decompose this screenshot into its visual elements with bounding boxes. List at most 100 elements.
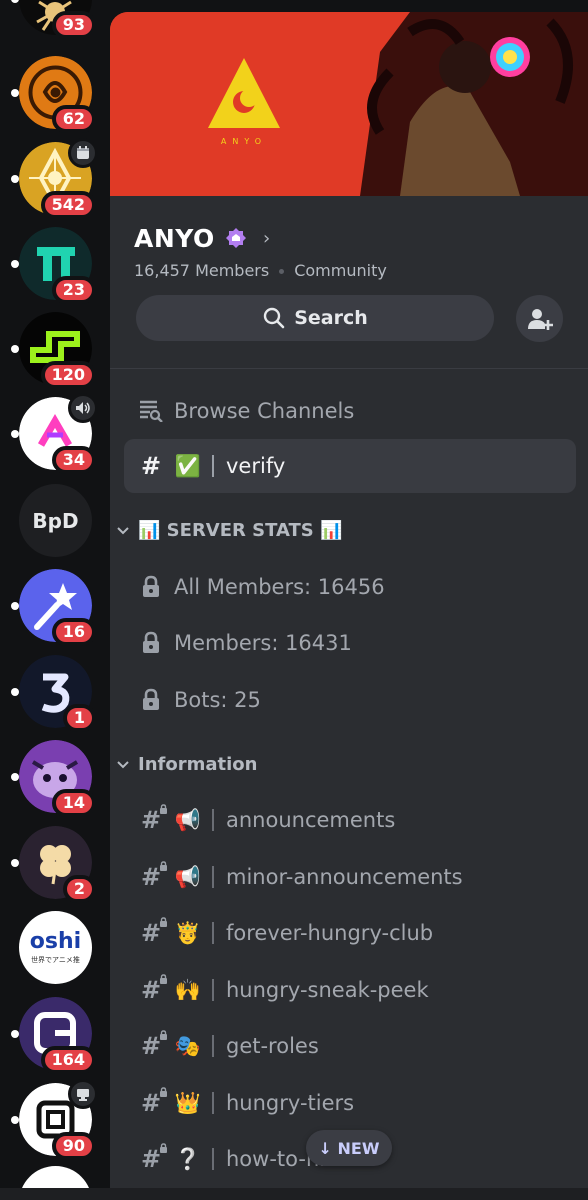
channel-separator [212, 979, 214, 1001]
locked-hashtag-icon: # [138, 1143, 168, 1173]
channel-separator [212, 1035, 214, 1057]
server-icon-gold-emblem[interactable]: 62 [11, 56, 96, 133]
locked-hashtag-icon: # [138, 861, 168, 891]
server-icon-pink-logo[interactable]: 34 [11, 393, 98, 474]
channel-hungry-tiers[interactable]: # 👑 hungry-tiers [124, 1076, 576, 1130]
oshi-logo: oshi [29, 928, 82, 954]
unread-indicator [11, 1029, 19, 1038]
unread-indicator [11, 429, 19, 438]
check-mark-icon: ✅ [174, 453, 202, 478]
unread-indicator [11, 1115, 19, 1124]
unread-indicator [11, 601, 19, 610]
locked-hashtag-icon: # [138, 804, 168, 834]
server-avatar: oshi 世界でアニメ推 [19, 911, 92, 984]
theater-masks-icon: 🎭 [174, 1033, 202, 1058]
channel-hungry-sneak-peek[interactable]: # 🙌 hungry-sneak-peek [124, 963, 576, 1017]
unread-indicator [11, 88, 19, 97]
channel-announcements[interactable]: # 📢 announcements [124, 793, 576, 847]
channel-name: Bots: 25 [174, 688, 261, 712]
new-messages-pill[interactable]: ↓ NEW [306, 1130, 392, 1166]
category-label: 📊 SERVER STATS 📊 [138, 520, 343, 541]
category-information[interactable]: Information [116, 754, 257, 775]
channel-name: All Members: 16456 [174, 575, 385, 599]
server-icon-purple-creature[interactable]: 14 [11, 740, 96, 817]
chevron-down-icon [116, 754, 132, 775]
server-icon-square-logo[interactable]: 90 [11, 1079, 98, 1160]
server-icon-gold-pattern[interactable]: 542 [11, 138, 98, 219]
channel-name: forever-hungry-club [226, 921, 434, 945]
raised-hands-icon: 🙌 [174, 977, 202, 1002]
megaphone-icon: 📢 [174, 864, 202, 889]
search-icon [264, 307, 285, 329]
unread-indicator [11, 858, 19, 867]
channel-name: hungry-sneak-peek [226, 978, 429, 1002]
stats-channel-bots[interactable]: Bots: 25 [124, 673, 576, 727]
channel-separator [212, 866, 214, 888]
unread-badge: 14 [51, 789, 96, 817]
chevron-down-icon [116, 520, 132, 541]
server-icon-teal-pi[interactable]: 23 [11, 227, 96, 304]
channel-separator [212, 809, 214, 831]
unread-indicator [11, 772, 19, 781]
invite-members-button[interactable] [516, 295, 563, 342]
unread-badge: 34 [51, 446, 96, 474]
unread-badge: 164 [40, 1046, 96, 1074]
category-server-stats[interactable]: 📊 SERVER STATS 📊 [116, 520, 342, 541]
channel-forever-hungry-club[interactable]: # 🤴 forever-hungry-club [124, 906, 576, 960]
server-icon-spider[interactable]: 93 [11, 0, 96, 39]
channel-separator [212, 455, 214, 477]
speaker-icon [68, 393, 98, 423]
channel-name: announcements [226, 808, 396, 832]
header-divider [110, 368, 588, 369]
search-label: Search [294, 307, 368, 329]
unread-badge: 90 [51, 1132, 96, 1160]
chevron-right-icon: › [262, 228, 271, 249]
category-label: Information [138, 754, 258, 775]
browse-channels-row[interactable]: Browse Channels [124, 384, 576, 438]
channel-separator [212, 922, 214, 944]
question-mark-icon: ❔ [174, 1146, 202, 1171]
server-avatar: BpD [19, 484, 92, 557]
server-icon-oshi[interactable]: oshi 世界でアニメ推 [19, 911, 92, 984]
guild-header[interactable]: ANYO › 16,457 Members Community [134, 224, 387, 280]
banner-logo-text: ANYO [221, 137, 267, 146]
unread-indicator [11, 344, 19, 353]
server-rail: 93 62 542 23 120 34 BpD 16 1 14 2 oshi 世… [0, 0, 110, 1200]
channel-separator [212, 1092, 214, 1114]
separator-dot [279, 269, 285, 274]
browse-channels-icon [138, 400, 164, 422]
server-icon-star-wand[interactable]: 16 [11, 569, 96, 646]
channel-name: get-roles [226, 1034, 319, 1058]
stats-channel-all-members[interactable]: All Members: 16456 [124, 560, 576, 614]
unread-badge: 62 [51, 105, 96, 133]
channel-name: hungry-tiers [226, 1091, 355, 1115]
channel-get-roles[interactable]: # 🎭 get-roles [124, 1019, 576, 1073]
unread-badge: 1 [62, 704, 96, 732]
calendar-icon [68, 138, 98, 168]
search-button[interactable]: Search [136, 295, 494, 341]
server-icon-green-wave[interactable]: 120 [11, 312, 96, 389]
server-icon-bpd[interactable]: BpD [19, 484, 92, 557]
channel-panel: ANYO ANYO › 16,457 Members Community Sear… [110, 12, 588, 1200]
stats-channel-members[interactable]: Members: 16431 [124, 616, 576, 670]
channel-verify[interactable]: # ✅ verify [124, 439, 576, 493]
server-initials: BpD [32, 508, 79, 533]
unread-badge: 2 [62, 875, 96, 903]
channel-minor-announcements[interactable]: # 📢 minor-announcements [124, 850, 576, 904]
server-icon-clover[interactable]: 2 [11, 826, 96, 903]
lock-icon [138, 631, 164, 655]
channel-name: verify [226, 454, 286, 478]
server-banner[interactable]: ANYO [110, 12, 588, 196]
locked-hashtag-icon: # [138, 1030, 168, 1060]
server-icon-g-cube[interactable]: 164 [11, 997, 96, 1074]
megaphone-icon: 📢 [174, 807, 202, 832]
channel-name: Members: 16431 [174, 631, 352, 655]
bottom-edge [0, 1188, 588, 1200]
server-icon-three[interactable]: 1 [11, 655, 96, 732]
boost-badge-icon [224, 227, 248, 251]
unread-indicator [11, 0, 19, 3]
guild-name: ANYO [134, 224, 215, 253]
unread-indicator [11, 687, 19, 696]
unread-badge: 542 [40, 191, 96, 219]
unread-badge: 93 [51, 11, 96, 39]
